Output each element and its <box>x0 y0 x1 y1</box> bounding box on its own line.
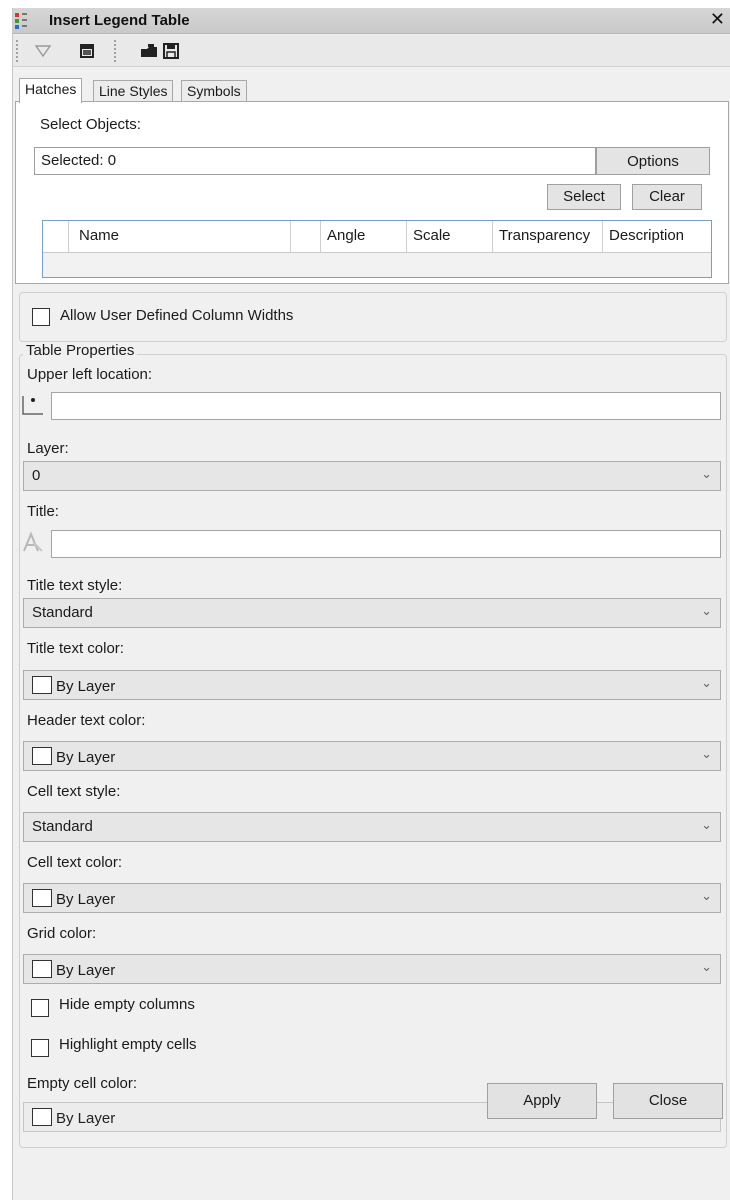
save-icon[interactable] <box>161 41 181 61</box>
text-style-icon[interactable] <box>21 530 45 554</box>
close-button[interactable]: Close <box>613 1083 723 1119</box>
column-widths-group: Allow User Defined Column Widths <box>19 292 727 342</box>
options-button[interactable]: Options <box>596 147 710 175</box>
color-swatch <box>32 1108 52 1126</box>
grid-color-value: By Layer <box>56 962 116 979</box>
table-header: Name Angle Scale Transparency Descriptio… <box>43 221 711 253</box>
grid-color-label: Grid color: <box>27 925 97 942</box>
cell-text-style-dropdown[interactable]: Standard ⌄ <box>23 812 721 842</box>
title-text-color-dropdown[interactable]: By Layer ⌄ <box>23 670 721 700</box>
layer-dropdown[interactable]: 0 ⌄ <box>23 461 721 491</box>
highlight-empty-cells-label: Highlight empty cells <box>59 1036 197 1053</box>
select-button[interactable]: Select <box>547 184 621 210</box>
title-bar: Insert Legend Table ✕ <box>13 8 730 34</box>
clear-button[interactable]: Clear <box>632 184 702 210</box>
hatches-table[interactable]: Name Angle Scale Transparency Descriptio… <box>42 220 712 278</box>
title-text-style-label: Title text style: <box>27 577 123 594</box>
cell-text-color-label: Cell text color: <box>27 854 123 871</box>
tab-line-styles[interactable]: Line Styles <box>93 80 174 102</box>
window-icon[interactable] <box>77 41 97 61</box>
column-header-blank <box>291 221 321 253</box>
header-text-color-value: By Layer <box>56 749 116 766</box>
filter-icon[interactable] <box>33 41 53 61</box>
color-swatch <box>32 889 52 907</box>
tab-hatches[interactable]: Hatches <box>19 78 83 103</box>
title-text-style-dropdown[interactable]: Standard ⌄ <box>23 598 721 628</box>
apply-button[interactable]: Apply <box>487 1083 597 1119</box>
upper-left-location-label: Upper left location: <box>27 366 153 383</box>
color-swatch <box>32 960 52 978</box>
chevron-down-icon: ⌄ <box>701 888 712 903</box>
hatches-panel: Select Objects: Selected: 0 Options Sele… <box>15 101 729 284</box>
color-swatch <box>32 747 52 765</box>
toolbar-grip-2[interactable] <box>113 39 117 63</box>
table-properties-legend: Table Properties <box>23 342 138 359</box>
selected-count-field[interactable]: Selected: 0 <box>34 147 596 175</box>
empty-cell-color-label: Empty cell color: <box>27 1075 138 1092</box>
title-text-color-value: By Layer <box>56 678 116 695</box>
allow-column-widths-checkbox[interactable] <box>32 308 50 326</box>
legend-table-app-icon <box>15 13 27 29</box>
grid-color-dropdown[interactable]: By Layer ⌄ <box>23 954 721 984</box>
chevron-down-icon: ⌄ <box>701 746 712 761</box>
hide-empty-columns-label: Hide empty columns <box>59 996 195 1013</box>
column-header-description[interactable]: Description <box>603 221 711 253</box>
toolbar-grip[interactable] <box>15 39 19 63</box>
color-swatch <box>32 676 52 694</box>
cell-text-style-value: Standard <box>32 818 93 835</box>
insert-legend-table-window: Insert Legend Table ✕ Hatches Line Style… <box>12 8 730 1200</box>
column-header-angle[interactable]: Angle <box>321 221 407 253</box>
chevron-down-icon: ⌄ <box>701 817 712 832</box>
empty-cell-color-value: By Layer <box>56 1110 116 1127</box>
title-label: Title: <box>27 503 59 520</box>
layer-value: 0 <box>32 467 41 484</box>
close-icon[interactable]: ✕ <box>710 9 725 30</box>
chevron-down-icon: ⌄ <box>701 959 712 974</box>
title-text-color-label: Title text color: <box>27 640 124 657</box>
row-header-column <box>43 221 69 253</box>
chevron-down-icon: ⌄ <box>701 466 712 481</box>
chevron-down-icon: ⌄ <box>701 675 712 690</box>
header-text-color-label: Header text color: <box>27 712 146 729</box>
window-title: Insert Legend Table <box>49 12 190 29</box>
chevron-down-icon: ⌄ <box>701 603 712 618</box>
select-objects-label: Select Objects: <box>40 116 141 133</box>
cell-text-color-dropdown[interactable]: By Layer ⌄ <box>23 883 721 913</box>
tab-symbols[interactable]: Symbols <box>181 80 247 102</box>
highlight-empty-cells-checkbox[interactable] <box>31 1039 49 1057</box>
pick-point-icon[interactable] <box>21 392 45 416</box>
column-header-name[interactable]: Name <box>69 221 291 253</box>
upper-left-location-input[interactable] <box>51 392 721 420</box>
allow-column-widths-label: Allow User Defined Column Widths <box>60 307 294 324</box>
column-header-transparency[interactable]: Transparency <box>493 221 603 253</box>
toolbar <box>13 35 730 67</box>
column-header-scale[interactable]: Scale <box>407 221 493 253</box>
cell-text-style-label: Cell text style: <box>27 783 121 800</box>
title-text-style-value: Standard <box>32 604 93 621</box>
open-folder-icon[interactable] <box>139 41 159 61</box>
layer-label: Layer: <box>27 440 69 457</box>
title-input[interactable] <box>51 530 721 558</box>
hide-empty-columns-checkbox[interactable] <box>31 999 49 1017</box>
header-text-color-dropdown[interactable]: By Layer ⌄ <box>23 741 721 771</box>
cell-text-color-value: By Layer <box>56 891 116 908</box>
